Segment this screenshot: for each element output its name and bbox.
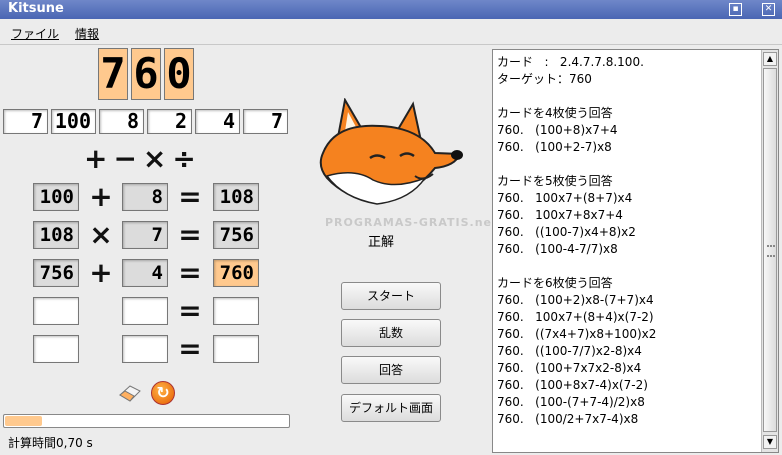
- progress-fill: [5, 416, 43, 426]
- card-5[interactable]: 4: [195, 109, 240, 134]
- fox-mascot: [319, 98, 463, 205]
- operator-sign: ×: [89, 218, 113, 251]
- scroll-up-button[interactable]: ▲: [763, 52, 777, 66]
- title-bar: Kitsune ▪ ✕: [0, 0, 782, 19]
- equals-sign: =: [178, 180, 202, 213]
- start-button[interactable]: スタート: [341, 282, 441, 310]
- card-3[interactable]: 8: [99, 109, 144, 134]
- operand-a-field[interactable]: 756: [33, 259, 79, 287]
- result-field[interactable]: [213, 297, 259, 325]
- scroll-down-button[interactable]: ▼: [763, 435, 777, 449]
- operand-a-field[interactable]: 100: [33, 183, 79, 211]
- calc-time-label: 計算時間0,70 s: [8, 436, 93, 450]
- card-1[interactable]: 7: [3, 109, 48, 134]
- target-digit: 6: [131, 48, 161, 100]
- results-panel[interactable]: カード : 2.4.7.7.8.100. ターゲット：760 カードを4枚使う回…: [492, 49, 779, 453]
- refresh-icon[interactable]: ↻: [151, 381, 175, 405]
- menu-info[interactable]: 情報: [75, 25, 99, 42]
- operand-a-field[interactable]: [33, 297, 79, 325]
- operand-b-field[interactable]: 7: [122, 221, 168, 249]
- target-digit: 0: [164, 48, 194, 100]
- menu-bar: ファイル 情報: [0, 19, 782, 45]
- window-title: Kitsune: [8, 1, 64, 16]
- card-6[interactable]: 7: [243, 109, 288, 134]
- operand-b-field[interactable]: 4: [122, 259, 168, 287]
- equals-sign: =: [178, 218, 202, 251]
- menu-file[interactable]: ファイル: [11, 25, 59, 42]
- operator-sign: +: [89, 256, 113, 289]
- card-2[interactable]: 100: [51, 109, 96, 134]
- results-text: カード : 2.4.7.7.8.100. ターゲット：760 カードを4枚使う回…: [497, 55, 657, 426]
- operand-b-field[interactable]: [122, 297, 168, 325]
- operator-sign: +: [89, 180, 113, 213]
- card-4[interactable]: 2: [147, 109, 192, 134]
- operand-a-field[interactable]: [33, 335, 79, 363]
- scroll-thumb[interactable]: [763, 68, 777, 432]
- grip-icon: [767, 245, 775, 257]
- result-field[interactable]: 760: [213, 259, 259, 287]
- result-field[interactable]: 108: [213, 183, 259, 211]
- operand-b-field[interactable]: 8: [122, 183, 168, 211]
- close-button[interactable]: ✕: [762, 3, 775, 16]
- target-display: 7 6 0: [98, 48, 194, 100]
- target-digit: 7: [98, 48, 128, 100]
- result-field[interactable]: 756: [213, 221, 259, 249]
- equals-sign: =: [178, 256, 202, 289]
- random-button[interactable]: 乱数: [341, 319, 441, 347]
- operand-a-field[interactable]: 108: [33, 221, 79, 249]
- default-screen-button[interactable]: デフォルト画面: [341, 394, 441, 422]
- watermark-text: PROGRAMAS-GRATIS.net: [325, 216, 499, 229]
- progress-bar: [3, 414, 290, 428]
- equals-sign: =: [178, 294, 202, 327]
- operator-palette[interactable]: +−×÷: [84, 145, 214, 173]
- status-text: 正解: [368, 235, 395, 250]
- eraser-icon[interactable]: [118, 383, 142, 403]
- result-field[interactable]: [213, 335, 259, 363]
- answer-button[interactable]: 回答: [341, 356, 441, 384]
- equals-sign: =: [178, 332, 202, 365]
- maximize-button[interactable]: ▪: [729, 3, 742, 16]
- operand-b-field[interactable]: [122, 335, 168, 363]
- scrollbar[interactable]: ▲ ▼: [761, 50, 778, 452]
